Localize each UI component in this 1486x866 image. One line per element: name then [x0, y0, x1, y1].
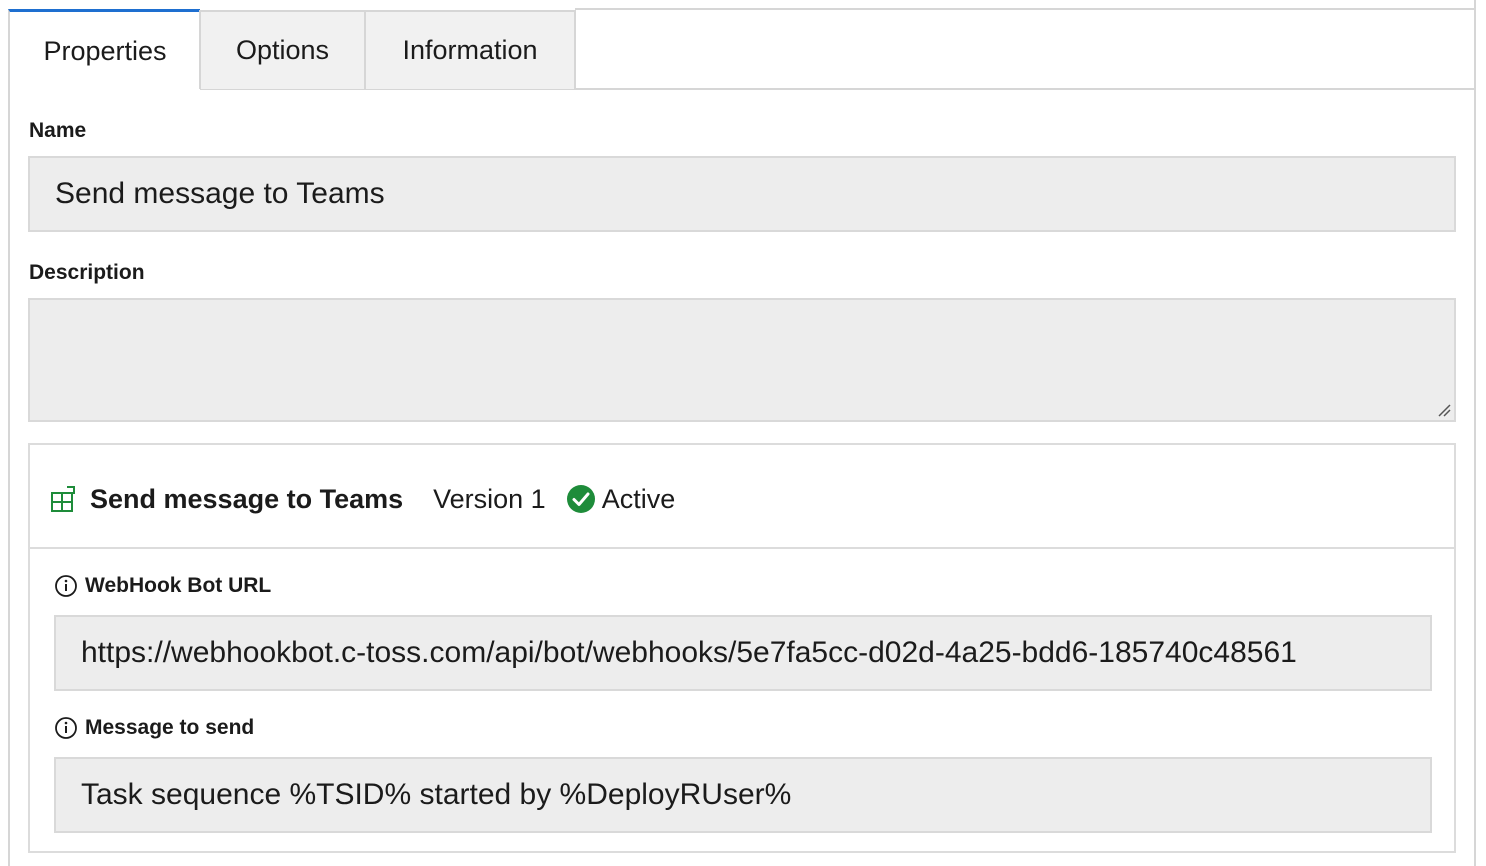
tab-properties[interactable]: Properties	[8, 9, 200, 91]
tab-options-label: Options	[235, 35, 330, 65]
message-label-text: Message to send	[85, 716, 255, 739]
step-header: Send message to Teams Version 1 Active	[50, 479, 675, 519]
package-icon	[51, 486, 75, 512]
info-icon[interactable]	[54, 574, 78, 598]
tab-properties-label: Properties	[43, 36, 167, 66]
check-circle-icon	[566, 485, 595, 513]
properties-panel: Properties Options Information Name Send…	[0, 0, 1486, 866]
step-version: Version 1	[433, 483, 546, 514]
tab-information-label: Information	[402, 35, 538, 65]
step-header-divider	[30, 547, 1454, 549]
panel-left-border	[8, 88, 10, 866]
tab-options[interactable]: Options	[199, 10, 366, 89]
panel-right-border	[1474, 0, 1476, 866]
webhook-url-label: WebHook Bot URL	[54, 574, 271, 598]
step-card: Send message to Teams Version 1 Active W…	[28, 443, 1456, 853]
info-icon[interactable]	[54, 716, 78, 740]
description-textarea[interactable]	[28, 298, 1456, 422]
message-input[interactable]: Task sequence %TSID% started by %DeployR…	[54, 757, 1432, 833]
name-input[interactable]: Send message to Teams	[28, 156, 1456, 232]
webhook-url-input[interactable]: https://webhookbot.c-toss.com/api/bot/we…	[54, 615, 1432, 691]
tab-information[interactable]: Information	[364, 10, 576, 89]
message-label: Message to send	[54, 716, 254, 740]
description-label: Description	[29, 261, 145, 284]
name-label: Name	[29, 119, 87, 142]
step-title: Send message to Teams	[90, 483, 404, 514]
panel-top-border	[575, 8, 1475, 10]
step-status: Active	[601, 483, 676, 514]
webhook-url-label-text: WebHook Bot URL	[85, 574, 272, 597]
resize-grip-icon[interactable]	[1437, 403, 1451, 417]
